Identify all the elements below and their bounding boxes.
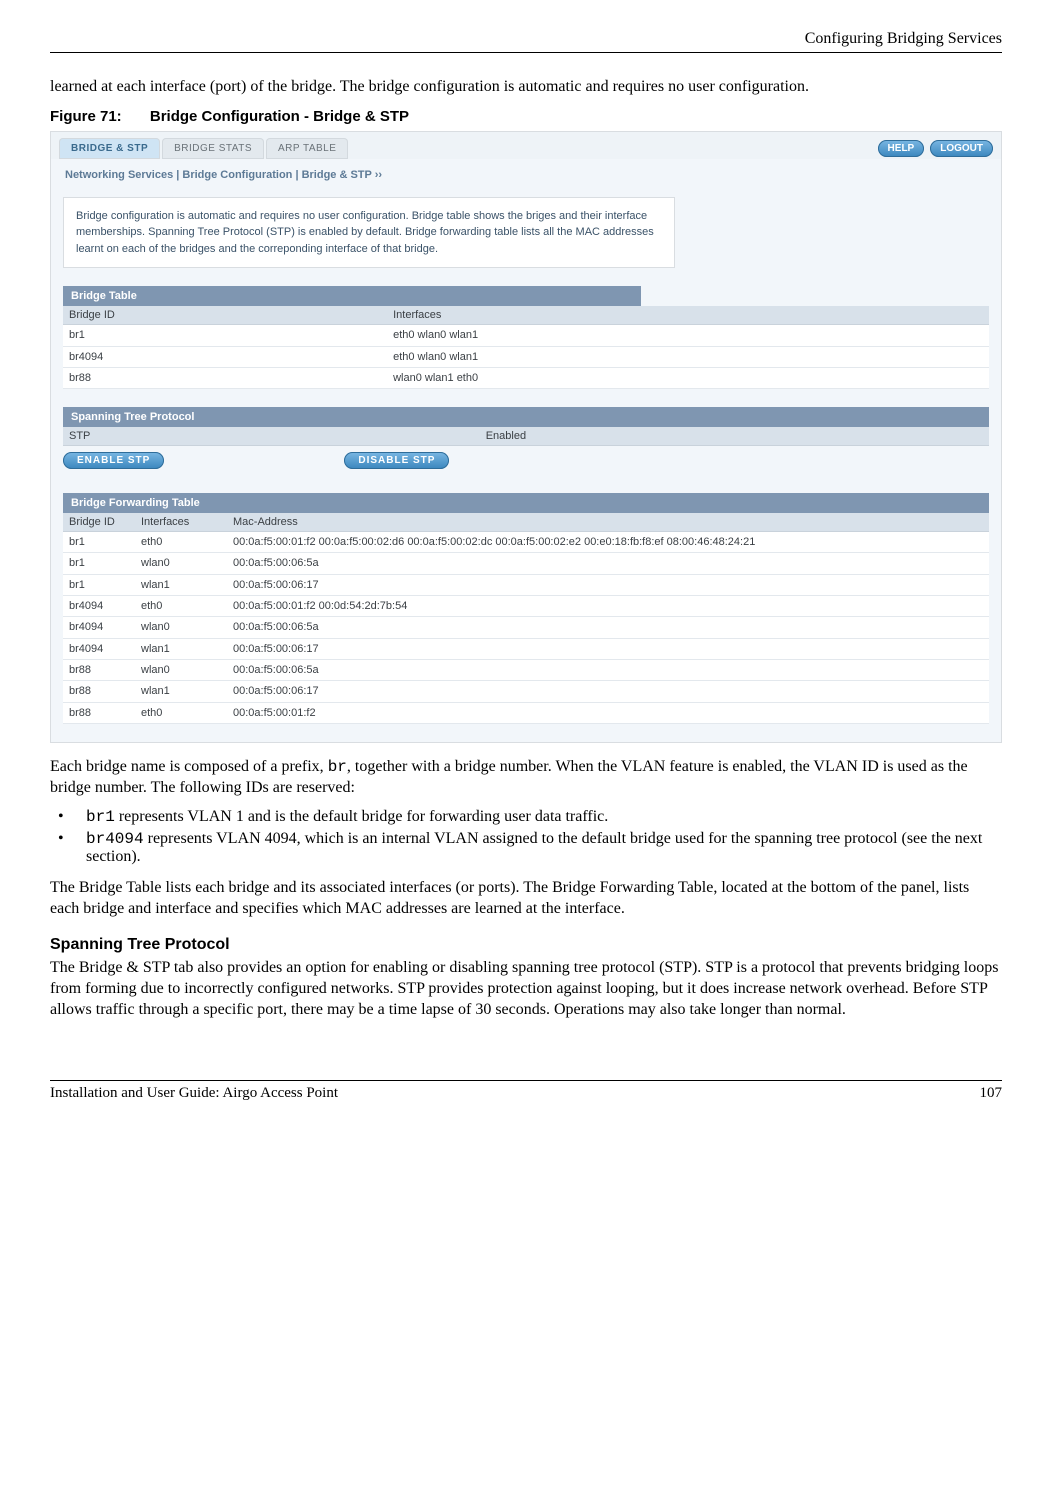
col-interfaces: Interfaces: [387, 306, 989, 325]
table-row: STP Enabled: [63, 427, 989, 446]
col-bridge-id: Bridge ID: [63, 513, 135, 532]
table-row: br88wlan000:0a:f5:00:06:5a: [63, 659, 989, 680]
stp-label: STP: [63, 427, 480, 446]
code-br: br: [328, 758, 347, 776]
bridge-table-wrapper: Bridge ID Interfaces br1eth0 wlan0 wlan1…: [63, 306, 989, 389]
table-row: br88wlan100:0a:f5:00:06:17: [63, 681, 989, 702]
tab-arp-table[interactable]: ARP TABLE: [266, 138, 348, 159]
para-bridge-name: Each bridge name is composed of a prefix…: [50, 757, 1002, 799]
table-row: br1eth0 wlan0 wlan1: [63, 325, 989, 346]
table-header-row: Bridge ID Interfaces: [63, 306, 989, 325]
page-footer: Installation and User Guide: Airgo Acces…: [50, 1080, 1002, 1102]
stp-section: Spanning Tree Protocol STP Enabled ENABL…: [63, 407, 989, 475]
table-row: br4094wlan000:0a:f5:00:06:5a: [63, 617, 989, 638]
code-br4094: br4094: [86, 830, 144, 848]
stp-button-row: ENABLE STP DISABLE STP: [63, 446, 989, 475]
disable-stp-button[interactable]: DISABLE STP: [344, 452, 449, 469]
figure-caption: Figure 71: Bridge Configuration - Bridge…: [50, 108, 1002, 125]
header-rule: [50, 52, 1002, 53]
chapter-title: Configuring Bridging Services: [50, 30, 1002, 48]
stp-title: Spanning Tree Protocol: [63, 407, 989, 427]
figure-title: Bridge Configuration - Bridge & STP: [150, 108, 409, 125]
breadcrumb: Networking Services | Bridge Configurati…: [51, 159, 1001, 191]
para-stp-desc: The Bridge & STP tab also provides an op…: [50, 958, 1002, 1020]
table-row: br1wlan100:0a:f5:00:06:17: [63, 574, 989, 595]
stp-table: STP Enabled: [63, 427, 989, 446]
table-row: br4094wlan100:0a:f5:00:06:17: [63, 638, 989, 659]
table-row: br88wlan0 wlan1 eth0: [63, 367, 989, 388]
bullet-br1: •br1 represents VLAN 1 and is the defaul…: [86, 808, 1002, 826]
fwd-table-section: Bridge Forwarding Table Bridge ID Interf…: [63, 493, 989, 724]
tab-bridge-stats[interactable]: BRIDGE STATS: [162, 138, 264, 159]
tab-bar: BRIDGE & STP BRIDGE STATS ARP TABLE HELP…: [51, 132, 1001, 159]
stp-value: Enabled: [480, 427, 989, 446]
fwd-table: Bridge ID Interfaces Mac-Address br1eth0…: [63, 513, 989, 724]
footer-rule: [50, 1080, 1002, 1081]
tab-bridge-stp[interactable]: BRIDGE & STP: [59, 138, 160, 159]
screenshot-panel: BRIDGE & STP BRIDGE STATS ARP TABLE HELP…: [50, 131, 1002, 743]
footer-left: Installation and User Guide: Airgo Acces…: [50, 1085, 338, 1102]
bridge-table-title: Bridge Table: [63, 286, 641, 306]
bridge-table: Bridge ID Interfaces br1eth0 wlan0 wlan1…: [63, 306, 989, 389]
table-row: br1eth000:0a:f5:00:01:f2 00:0a:f5:00:02:…: [63, 532, 989, 553]
table-row: br88eth000:0a:f5:00:01:f2: [63, 702, 989, 723]
bullet-icon: •: [72, 808, 86, 826]
description-box: Bridge configuration is automatic and re…: [63, 197, 675, 269]
col-bridge-id: Bridge ID: [63, 306, 387, 325]
para-bridge-table-desc: The Bridge Table lists each bridge and i…: [50, 878, 1002, 920]
code-br1: br1: [86, 808, 115, 826]
enable-stp-button[interactable]: ENABLE STP: [63, 452, 164, 469]
bullet-br4094: •br4094 represents VLAN 4094, which is a…: [86, 830, 1002, 866]
bridge-table-section: Bridge Table: [63, 286, 641, 306]
help-button[interactable]: HELP: [878, 140, 925, 157]
table-row: br1wlan000:0a:f5:00:06:5a: [63, 553, 989, 574]
figure-number: Figure 71:: [50, 108, 122, 125]
col-mac: Mac-Address: [227, 513, 989, 532]
table-row: br4094eth000:0a:f5:00:01:f2 00:0d:54:2d:…: [63, 596, 989, 617]
fwd-table-title: Bridge Forwarding Table: [63, 493, 989, 513]
page-number: 107: [980, 1085, 1003, 1102]
bullet-icon: •: [72, 830, 86, 848]
table-row: br4094eth0 wlan0 wlan1: [63, 346, 989, 367]
col-interfaces: Interfaces: [135, 513, 227, 532]
logout-button[interactable]: LOGOUT: [930, 140, 993, 157]
para-intro: learned at each interface (port) of the …: [50, 77, 1002, 98]
subheading-stp: Spanning Tree Protocol: [50, 936, 1002, 954]
table-header-row: Bridge ID Interfaces Mac-Address: [63, 513, 989, 532]
